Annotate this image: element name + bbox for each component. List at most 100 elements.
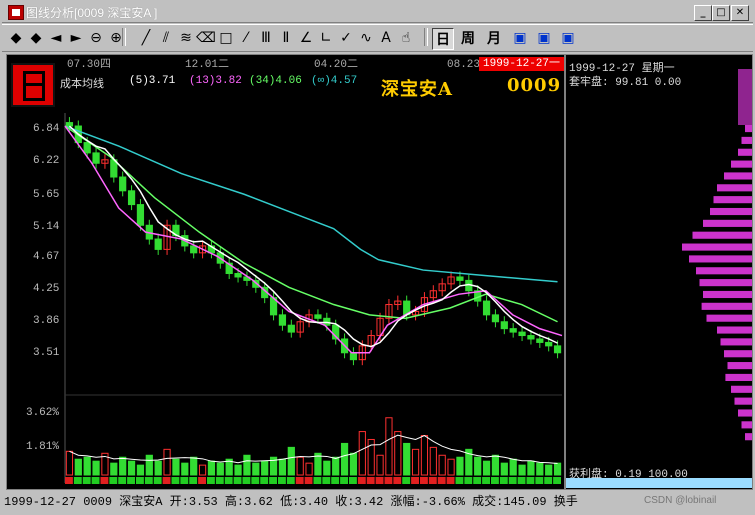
status-open-label: 开: bbox=[169, 495, 189, 509]
volume-bar bbox=[252, 462, 260, 476]
period-month-button[interactable]: 月 bbox=[484, 28, 504, 48]
volume-bar bbox=[261, 460, 269, 476]
volume-bar bbox=[340, 442, 349, 476]
trend-strip-cell bbox=[278, 477, 286, 484]
trend-strip-cell bbox=[331, 477, 340, 484]
move-left-icon[interactable]: ◄ bbox=[46, 28, 66, 48]
status-bar: 1999-12-27 0009 深宝安A 开:3.53 高:3.62 低:3.4… bbox=[4, 492, 751, 510]
volume-bar bbox=[527, 460, 535, 476]
volume-bar bbox=[536, 462, 544, 476]
rectangle-icon[interactable]: □ bbox=[216, 28, 236, 48]
check-line-icon[interactable]: ✓ bbox=[336, 28, 356, 48]
kline-plot[interactable] bbox=[7, 55, 564, 489]
status-volume-label: 成交: bbox=[472, 495, 504, 509]
fibonacci-icon[interactable]: Ⅱ bbox=[276, 28, 296, 48]
volume-bar bbox=[420, 435, 429, 476]
trend-strip-cell bbox=[65, 477, 73, 484]
candle-body bbox=[92, 152, 100, 164]
volume-bar bbox=[456, 456, 464, 476]
status-low-label: 低: bbox=[280, 495, 300, 509]
trend-strip-cell bbox=[136, 477, 144, 484]
trend-strip-cell bbox=[100, 477, 109, 484]
status-date: 1999-12-27 bbox=[4, 495, 77, 509]
title-bar[interactable]: 图线分析[0009 深宝安A ] _ □ ✕ bbox=[2, 2, 753, 23]
profit-bar bbox=[566, 478, 752, 488]
window-a-icon[interactable]: ▣ bbox=[510, 28, 530, 48]
kline-chart-panel[interactable]: 07.30四 12.01二 04.20二 08.23一 1999-12-27一 … bbox=[6, 54, 565, 490]
volume-bar bbox=[287, 446, 295, 476]
minimize-button[interactable]: _ bbox=[694, 5, 712, 21]
chip-bar bbox=[724, 172, 752, 180]
period-day-button[interactable]: 日 bbox=[432, 28, 454, 50]
maximize-button[interactable]: □ bbox=[712, 5, 730, 21]
eraser-icon[interactable]: ⌫ bbox=[196, 28, 216, 48]
candle-body bbox=[536, 338, 544, 343]
trend-strip-cell bbox=[73, 477, 82, 484]
close-button[interactable]: ✕ bbox=[731, 5, 749, 21]
parallel-line-icon[interactable]: ⫽ bbox=[156, 28, 176, 48]
candle-body bbox=[456, 276, 464, 281]
trend-strip-cell bbox=[82, 477, 91, 484]
line-tool-icon[interactable]: ╱ bbox=[136, 28, 156, 48]
volume-bar bbox=[305, 462, 313, 476]
zoom-in-icon[interactable]: ◆ bbox=[6, 28, 26, 48]
magnify-minus-icon[interactable]: ⊖ bbox=[86, 28, 106, 48]
volume-bar bbox=[163, 448, 171, 476]
watermark: CSDN @lobinail bbox=[644, 495, 717, 506]
status-low: 3.40 bbox=[299, 495, 329, 509]
hand-icon[interactable]: ☝ bbox=[396, 28, 416, 48]
trend-strip-cell bbox=[91, 477, 100, 484]
window-c-icon[interactable]: ▣ bbox=[558, 28, 578, 48]
trend-strip-cell bbox=[357, 477, 366, 484]
volume-bar bbox=[243, 454, 251, 476]
volume-bar bbox=[474, 456, 482, 476]
trend-strip-cell bbox=[313, 477, 322, 484]
cross-line-icon[interactable]: ⁄ bbox=[236, 28, 256, 48]
zoom-out-icon[interactable]: ◆ bbox=[26, 28, 46, 48]
chip-bar bbox=[696, 267, 752, 275]
chip-bar bbox=[703, 290, 752, 299]
volume-bar bbox=[278, 458, 287, 476]
chip-bar bbox=[738, 409, 752, 417]
status-high: 3.62 bbox=[244, 495, 273, 509]
chip-bar bbox=[741, 421, 752, 429]
angle-line-icon[interactable]: ∠ bbox=[296, 28, 316, 48]
trend-strip-cell bbox=[349, 477, 357, 484]
trend-strip-cell bbox=[215, 477, 224, 484]
chip-bar bbox=[701, 302, 752, 310]
trend-strip-cell bbox=[508, 477, 517, 484]
window-b-icon[interactable]: ▣ bbox=[534, 28, 554, 48]
volume-bar bbox=[447, 458, 455, 476]
volume-bar bbox=[110, 462, 118, 476]
volume-bar bbox=[323, 460, 331, 476]
candle-body bbox=[83, 142, 91, 154]
trend-strip-cell bbox=[242, 477, 251, 484]
trapped-chip-label: 套牢盘: 99.81 0.00 bbox=[569, 77, 682, 89]
period-week-button[interactable]: 周 bbox=[458, 28, 478, 48]
text-tool-icon[interactable]: A bbox=[376, 28, 396, 48]
volume-bar bbox=[376, 454, 384, 476]
trend-strip-cell bbox=[251, 477, 260, 484]
trend-strip-cell bbox=[322, 477, 331, 484]
volume-bar bbox=[296, 456, 304, 476]
volume-ma-line bbox=[69, 434, 558, 465]
candle-body bbox=[518, 331, 526, 337]
chip-bar bbox=[738, 148, 752, 156]
cycle-line-icon[interactable]: Ⅲ bbox=[256, 28, 276, 48]
candle-body bbox=[553, 345, 562, 354]
trend-strip-cell bbox=[428, 477, 437, 484]
candle-body bbox=[545, 341, 553, 347]
volume-bar bbox=[518, 464, 526, 476]
wave-line-icon[interactable]: ∿ bbox=[356, 28, 376, 48]
candle-body bbox=[482, 300, 491, 316]
fan-line-icon[interactable]: ≋ bbox=[176, 28, 196, 48]
volume-bar bbox=[119, 456, 127, 476]
status-name: 深宝安A bbox=[119, 495, 163, 509]
volume-bar bbox=[349, 452, 358, 476]
volume-bar bbox=[172, 458, 180, 476]
arrow-line-icon[interactable]: ∟ bbox=[316, 28, 336, 48]
trend-strip-cell bbox=[295, 477, 304, 484]
move-right-icon[interactable]: ► bbox=[66, 28, 86, 48]
volume-bar bbox=[65, 450, 74, 476]
chip-distribution-panel[interactable]: 1999-12-27 星期一 套牢盘: 99.81 0.00 获利盘: 0.19… bbox=[565, 54, 753, 490]
